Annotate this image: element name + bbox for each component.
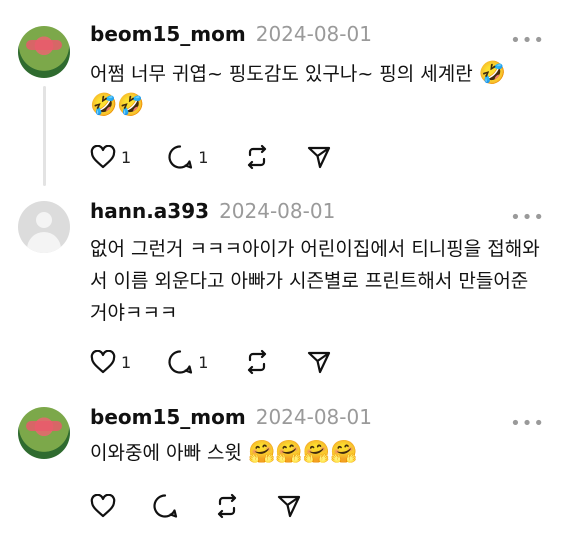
emoji: 🤣🤣 <box>90 93 145 118</box>
like-count: 1 <box>121 352 132 372</box>
like-button[interactable]: 1 <box>90 145 131 169</box>
post-header: beom15_mom 2024-08-01 <box>90 405 372 429</box>
avatar[interactable] <box>18 407 70 459</box>
post-text: 어쩜 너무 귀엽~ 핑도감도 있구나~ 핑의 세계란 🤣 🤣🤣 <box>90 61 507 118</box>
post-header: hann.a393 2024-08-01 <box>90 199 335 223</box>
post-text: 없어 그런거 ㅋㅋㅋ아이가 어린이집에서 티니핑을 접해와서 이름 외운다고 아… <box>90 238 540 324</box>
repost-button[interactable] <box>244 349 270 375</box>
avatar-placeholder-body <box>27 232 61 253</box>
comment-icon <box>153 494 178 518</box>
share-icon <box>277 495 301 518</box>
share-button[interactable] <box>276 493 302 519</box>
heart-icon <box>90 350 116 374</box>
more-icon[interactable]: ••• <box>510 207 545 228</box>
thread-line <box>43 86 46 186</box>
username[interactable]: beom15_mom <box>90 405 246 429</box>
more-icon[interactable]: ••• <box>510 413 545 434</box>
share-button[interactable] <box>306 349 332 375</box>
share-icon <box>308 351 331 374</box>
avatar-placeholder-head <box>36 212 52 228</box>
username[interactable]: beom15_mom <box>90 22 246 46</box>
repost-icon <box>248 144 267 170</box>
repost-icon <box>217 493 237 519</box>
reply-button[interactable]: 1 <box>167 144 208 170</box>
post: beom15_mom 2024-08-01 ••• 이와중에 아빠 스윗 🤗🤗🤗… <box>0 395 563 544</box>
reply-button[interactable] <box>152 493 178 519</box>
post-actions <box>90 493 338 519</box>
thread: beom15_mom 2024-08-01 ••• 어쩜 너무 귀엽~ 핑도감도… <box>0 0 563 544</box>
post: hann.a393 2024-08-01 ••• 없어 그런거 ㅋㅋㅋ아이가 어… <box>0 185 563 395</box>
reply-count: 1 <box>198 352 209 372</box>
more-icon[interactable]: ••• <box>510 30 545 51</box>
post-actions: 1 1 <box>90 349 368 375</box>
post: beom15_mom 2024-08-01 ••• 어쩜 너무 귀엽~ 핑도감도… <box>0 0 563 186</box>
heart-icon <box>90 145 116 169</box>
emoji: 🤣 <box>478 61 507 86</box>
username[interactable]: hann.a393 <box>90 199 209 223</box>
reply-button[interactable]: 1 <box>167 349 208 375</box>
emoji: 🤗🤗🤗🤗 <box>247 440 358 465</box>
post-text: 이와중에 아빠 스윗 🤗🤗🤗🤗 <box>90 440 358 465</box>
avatar[interactable] <box>18 26 70 78</box>
like-button[interactable] <box>90 494 116 518</box>
reply-count: 1 <box>198 147 209 167</box>
share-icon <box>308 146 331 169</box>
repost-button[interactable] <box>214 493 240 519</box>
post-date: 2024-08-01 <box>255 22 372 46</box>
like-count: 1 <box>121 147 132 167</box>
comment-icon <box>168 350 193 374</box>
post-date: 2024-08-01 <box>255 405 372 429</box>
like-button[interactable]: 1 <box>90 350 131 374</box>
comment-icon <box>168 145 193 169</box>
share-button[interactable] <box>306 144 332 170</box>
repost-icon <box>248 349 267 375</box>
post-header: beom15_mom 2024-08-01 <box>90 22 372 46</box>
repost-button[interactable] <box>244 144 270 170</box>
post-actions: 1 1 <box>90 144 368 170</box>
avatar[interactable] <box>18 201 70 253</box>
heart-icon <box>90 494 116 518</box>
post-date: 2024-08-01 <box>219 199 336 223</box>
